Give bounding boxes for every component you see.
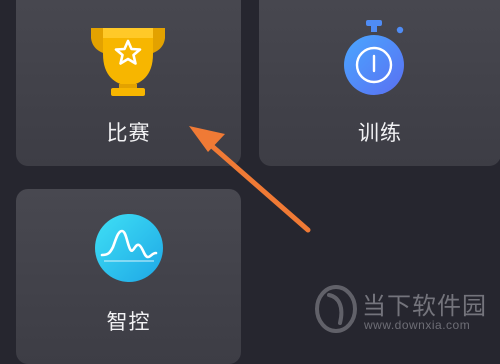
- watermark-url: www.downxia.com: [364, 318, 471, 332]
- downxia-logo-icon: [315, 285, 357, 333]
- watermark-title: 当下软件园: [362, 292, 487, 320]
- watermark: 当下软件园 www.downxia.com: [308, 283, 498, 343]
